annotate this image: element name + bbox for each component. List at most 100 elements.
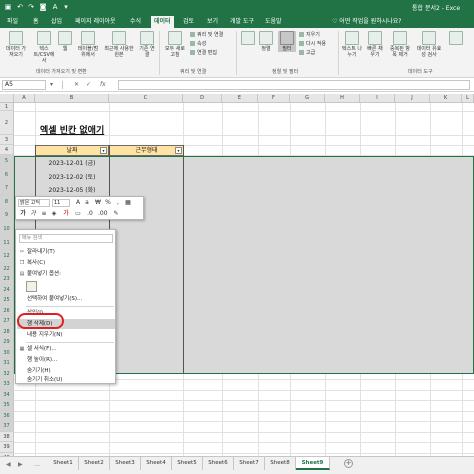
text-to-columns-button[interactable]: 텍스트 나누기 <box>342 31 362 58</box>
row-header[interactable]: 31 <box>0 358 14 369</box>
row-header[interactable]: 35 <box>0 400 14 411</box>
menu-item-format-cells[interactable]: ▦ 셀 서식(F)... <box>17 344 115 354</box>
column-header[interactable]: F <box>258 94 290 103</box>
column-header[interactable]: H <box>325 94 360 103</box>
column-header[interactable]: D <box>183 94 222 103</box>
row-header[interactable]: 36 <box>0 410 14 422</box>
filter-dropdown-icon[interactable]: ▾ <box>100 147 107 154</box>
select-all-corner[interactable] <box>0 94 14 103</box>
row-header[interactable]: 24 <box>0 284 14 296</box>
row-header[interactable]: 8 <box>0 195 14 210</box>
row-header[interactable]: 25 <box>0 295 14 306</box>
column-header[interactable]: L <box>462 94 474 103</box>
row-header[interactable]: 1 <box>0 103 14 111</box>
data-validation-button[interactable]: 데이터 유효성 검사 <box>416 31 442 58</box>
column-header[interactable]: J <box>395 94 430 103</box>
header-work-type[interactable]: 근무형태 ▾ <box>109 145 184 156</box>
align-icon[interactable]: ≡ <box>40 210 48 218</box>
existing-connections-button[interactable]: 기존 연결 <box>138 31 156 58</box>
menu-item-unhide[interactable]: 숨기기 취소(U) <box>17 376 115 384</box>
tab-formulas[interactable]: 수식 <box>127 16 144 28</box>
next-sheet-icon[interactable]: ▶ <box>18 461 23 468</box>
row-header[interactable]: 10 <box>0 223 14 237</box>
advanced-filter-button[interactable]: 고급 <box>299 50 315 57</box>
comma-style-icon[interactable]: , <box>114 199 122 207</box>
filter-button[interactable]: 필터 <box>278 31 296 52</box>
tab-developer[interactable]: 개발 도구 <box>227 16 257 28</box>
row-header[interactable]: 4 <box>0 145 14 155</box>
column-header[interactable]: I <box>360 94 395 103</box>
column-header[interactable]: B <box>35 94 109 103</box>
remove-duplicates-button[interactable]: 중복된 항목 제거 <box>388 31 412 58</box>
row-header[interactable]: 33 <box>0 379 14 390</box>
tab-insert[interactable]: 삽입 <box>48 16 65 28</box>
row-header[interactable]: 39 <box>0 442 14 453</box>
column-header[interactable]: C <box>109 94 183 103</box>
row-header[interactable]: 12 <box>0 250 14 264</box>
column-header[interactable]: K <box>430 94 462 103</box>
filter-dropdown-icon[interactable]: ▾ <box>175 147 182 154</box>
formula-input[interactable] <box>118 80 470 90</box>
row-header[interactable]: 5 <box>0 155 14 169</box>
name-box-dropdown-icon[interactable]: ▾ <box>50 80 53 90</box>
queries-connections-button[interactable]: 쿼리 및 연결 <box>190 32 223 39</box>
row-header[interactable]: 3 <box>0 135 14 145</box>
row-header[interactable]: 28 <box>0 326 14 338</box>
name-box[interactable]: A5 <box>2 80 46 90</box>
row-header[interactable]: 11 <box>0 236 14 251</box>
header-date[interactable]: 날짜 ▾ <box>35 145 109 156</box>
sheet-tab[interactable]: Sheet4 <box>141 457 172 470</box>
decrease-font-icon[interactable]: a <box>83 199 91 207</box>
sort-button[interactable]: 정렬 <box>258 31 274 52</box>
sheet-tab-active[interactable]: Sheet9 <box>296 457 330 470</box>
tab-data[interactable]: 데이터 <box>151 16 174 28</box>
row-header[interactable]: 38 <box>0 431 14 443</box>
sheet-tab[interactable]: Sheet1 <box>48 457 79 470</box>
undo-icon[interactable]: ↶ <box>16 3 24 11</box>
get-data-button[interactable]: 데이터 가져오기 <box>4 31 28 58</box>
menu-item-row-height[interactable]: 행 높이(R)... <box>17 355 115 365</box>
row-header[interactable]: 7 <box>0 182 14 196</box>
more-tools-button[interactable] <box>446 31 466 46</box>
decrease-decimal-icon[interactable]: .00 <box>98 210 108 218</box>
tab-help[interactable]: 도움말 <box>262 16 285 28</box>
column-header[interactable]: G <box>290 94 325 103</box>
row-header[interactable]: 37 <box>0 421 14 432</box>
paste-icon[interactable] <box>26 281 37 292</box>
sheet-tab[interactable]: Sheet5 <box>172 457 203 470</box>
add-sheet-button[interactable]: + <box>344 459 353 468</box>
dropdown-icon[interactable]: ▾ <box>62 3 70 11</box>
camera-icon[interactable]: ◙ <box>39 3 47 11</box>
format-table-icon[interactable]: ▦ <box>124 199 132 207</box>
menu-item-paste-special[interactable]: 선택하여 붙여넣기(S)... <box>17 294 115 304</box>
recent-sources-button[interactable]: 최근에 사용한 원본 <box>104 31 134 58</box>
menu-item-hide[interactable]: 숨기기(H) <box>17 366 115 376</box>
currency-icon[interactable]: ₩ <box>94 199 102 207</box>
flash-fill-button[interactable]: 빠른 채우기 <box>366 31 384 58</box>
row-header[interactable]: 30 <box>0 347 14 359</box>
increase-decimal-icon[interactable]: .0 <box>86 210 94 218</box>
row-header[interactable]: 9 <box>0 209 14 223</box>
refresh-all-button[interactable]: 모두 새로 고침 <box>163 31 187 58</box>
bold-icon[interactable]: 가 <box>19 210 27 218</box>
enter-icon[interactable]: ✓ <box>86 80 91 90</box>
column-header[interactable]: E <box>222 94 258 103</box>
tell-me-search[interactable]: ♡ 어떤 작업을 원하시나요? <box>332 16 402 28</box>
tab-home[interactable]: 홈 <box>30 16 42 28</box>
font-color-icon[interactable]: 가 <box>62 210 70 218</box>
borders-icon[interactable]: ▭ <box>74 210 82 218</box>
row-header[interactable]: 2 <box>0 111 14 135</box>
italic-icon[interactable]: 가 <box>29 210 37 218</box>
row-header[interactable]: 23 <box>0 274 14 285</box>
sheet-tab[interactable]: Sheet7 <box>234 457 265 470</box>
menu-item-copy[interactable]: ❐ 복사(C) <box>17 258 115 268</box>
more-sheets-icon[interactable]: … <box>34 461 40 468</box>
menu-item-cut[interactable]: ✂ 잘라내기(T) <box>17 247 115 257</box>
format-painter-icon[interactable]: ✎ <box>112 210 120 218</box>
row-header[interactable]: 26 <box>0 305 14 317</box>
web-button[interactable]: 웹 <box>58 31 72 52</box>
clear-filter-button[interactable]: 지우기 <box>299 32 320 39</box>
row-header[interactable]: 34 <box>0 389 14 401</box>
font-size-box[interactable]: 11 <box>52 199 70 207</box>
row-header[interactable]: 27 <box>0 316 14 327</box>
